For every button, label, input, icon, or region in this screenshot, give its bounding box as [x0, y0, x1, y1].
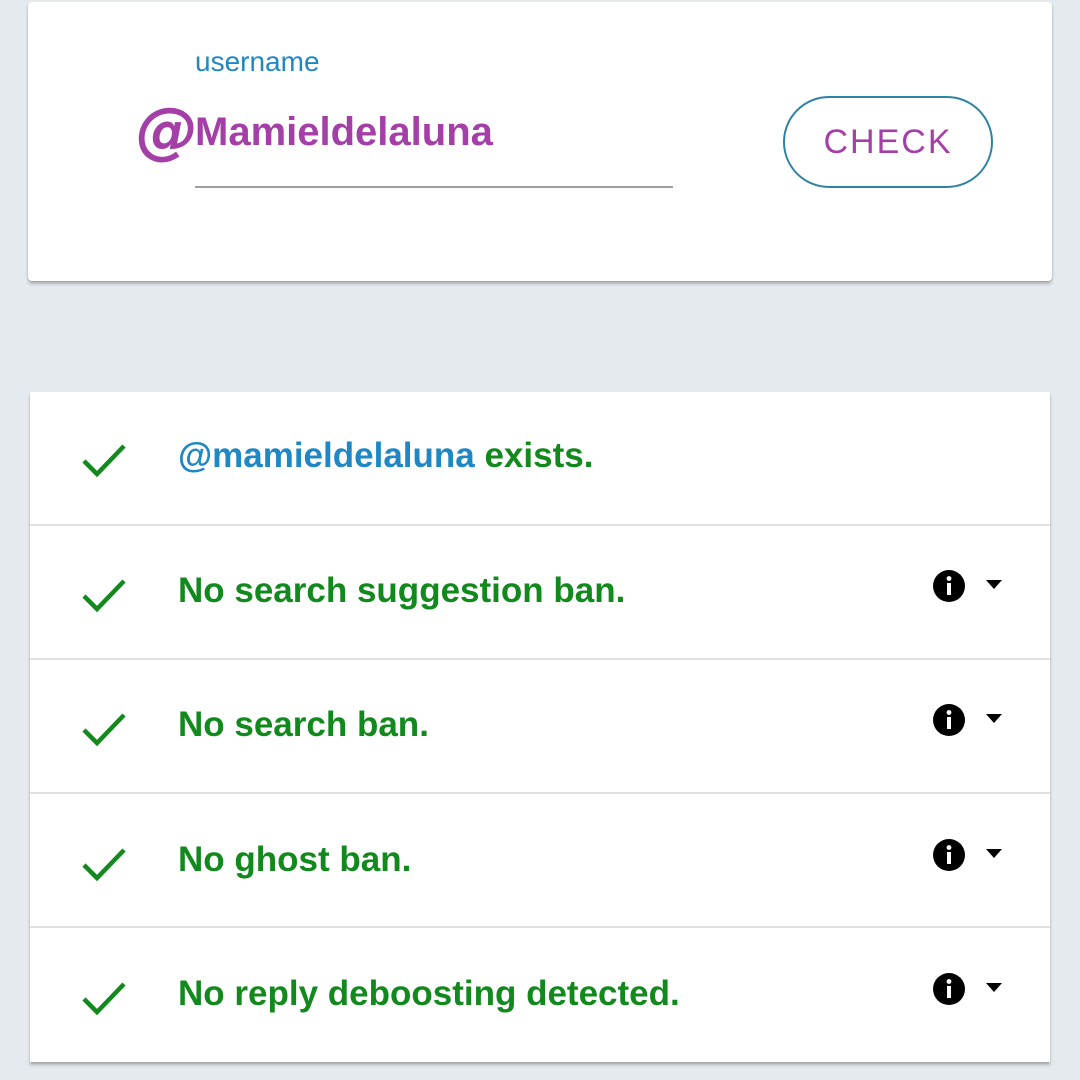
results-card: @mamieldelaluna exists. No search sugges…: [30, 392, 1050, 1062]
check-icon: [82, 713, 126, 747]
check-icon: [82, 848, 126, 882]
username-field: username: [195, 40, 673, 190]
caret-down-icon[interactable]: [986, 983, 1002, 993]
username-label: username: [195, 46, 320, 77]
caret-down-icon[interactable]: [986, 580, 1002, 590]
result-label: No reply deboosting detected.: [178, 974, 680, 1013]
info-icon[interactable]: [932, 569, 966, 603]
result-row-reply-deboosting: No reply deboosting detected.: [30, 926, 1050, 1060]
result-row-exists: @mamieldelaluna exists.: [30, 392, 1050, 526]
result-row-search-suggestion-ban: No search suggestion ban.: [30, 524, 1050, 658]
username-handle[interactable]: @mamieldelaluna: [178, 436, 475, 475]
result-label: No ghost ban.: [178, 840, 412, 879]
at-sign-icon: @: [136, 94, 198, 167]
result-label: No search ban.: [178, 705, 429, 744]
exists-suffix: exists.: [474, 436, 594, 475]
username-underline: [195, 186, 673, 188]
info-icon[interactable]: [932, 972, 966, 1006]
result-row-search-ban: No search ban.: [30, 658, 1050, 792]
info-icon[interactable]: [932, 838, 966, 872]
caret-down-icon[interactable]: [986, 849, 1002, 859]
username-input[interactable]: [195, 104, 673, 160]
caret-down-icon[interactable]: [986, 714, 1002, 724]
check-button[interactable]: CHECK: [783, 96, 993, 188]
result-label: No search suggestion ban.: [178, 571, 626, 610]
exists-text: @mamieldelaluna exists.: [178, 436, 593, 476]
info-icon[interactable]: [932, 703, 966, 737]
check-icon: [82, 579, 126, 613]
check-icon: [82, 982, 126, 1016]
result-row-ghost-ban: No ghost ban.: [30, 792, 1050, 926]
check-icon: [82, 444, 126, 478]
search-card: @ username CHECK: [28, 2, 1052, 281]
